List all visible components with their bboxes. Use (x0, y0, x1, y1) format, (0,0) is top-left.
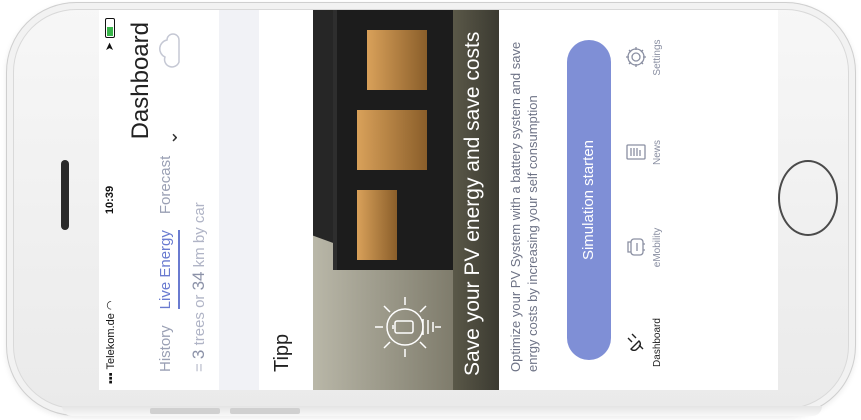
bottom-nav: Dashboard eMobility News Settings (619, 10, 687, 390)
phone-screen: ▪▪▪ Telekom.de ◠ 10:39 ➤ Dashboard Histo… (99, 10, 778, 390)
battery-icon (104, 18, 115, 38)
tab-live-energy[interactable]: Live Energy (157, 230, 180, 310)
equiv-prefix: = (191, 359, 208, 372)
location-icon: ➤ (104, 42, 116, 52)
house-window (357, 190, 397, 260)
house-body (333, 10, 457, 270)
nav-label: News (652, 140, 663, 166)
app-root: ▪▪▪ Telekom.de ◠ 10:39 ➤ Dashboard Histo… (99, 10, 778, 390)
nav-label: eMobility (652, 227, 663, 268)
nav-item-emobility[interactable]: eMobility (623, 213, 663, 283)
nav-item-news[interactable]: News (623, 118, 663, 188)
tab-forecast[interactable]: Forecast (157, 156, 180, 214)
car-charger-icon (627, 238, 645, 257)
tip-heading: Tipp (271, 333, 293, 372)
trees-count: 3 (189, 349, 208, 360)
newspaper-icon (626, 144, 646, 161)
page-title: Dashboard (127, 22, 154, 140)
volume-button (150, 408, 220, 414)
clock: 10:39 (104, 185, 116, 215)
house-window (367, 30, 427, 90)
status-icons: ➤ (103, 18, 116, 51)
nav-item-dashboard[interactable]: Dashboard (623, 308, 663, 378)
home-button[interactable] (778, 160, 838, 236)
energy-tabs: History Live Energy Forecast (157, 156, 180, 372)
lightbulb-battery-icon (375, 297, 441, 357)
cloud-icon (159, 33, 180, 68)
equiv-middle: trees or (191, 290, 208, 350)
nav-label: Dashboard (652, 318, 663, 367)
nav-label: Settings (652, 39, 663, 76)
plug-icon (627, 334, 644, 352)
nav-item-settings[interactable]: Settings (623, 23, 663, 93)
status-bar: ▪▪▪ Telekom.de ◠ 10:39 ➤ (99, 10, 121, 390)
equiv-suffix: km by car (191, 202, 208, 272)
tab-history[interactable]: History (157, 325, 180, 372)
volume-button (230, 408, 300, 414)
earpiece-speaker (61, 160, 69, 230)
gear-icon (626, 47, 646, 68)
km-count: 34 (189, 271, 208, 291)
house-window (357, 110, 427, 170)
chevron-down-icon[interactable]: ⌄ (161, 130, 182, 145)
hero-headline: Save your PV energy and save costs (461, 31, 484, 376)
tip-description: Optimize your PV System with a battery s… (508, 41, 540, 372)
co2-equivalence: = 3 trees or 34 km by car (189, 202, 209, 372)
tip-hero-image: Save your PV energy and save costs (313, 10, 499, 390)
simulation-start-button[interactable]: Simulation starten (567, 40, 611, 360)
section-separator (219, 10, 259, 390)
